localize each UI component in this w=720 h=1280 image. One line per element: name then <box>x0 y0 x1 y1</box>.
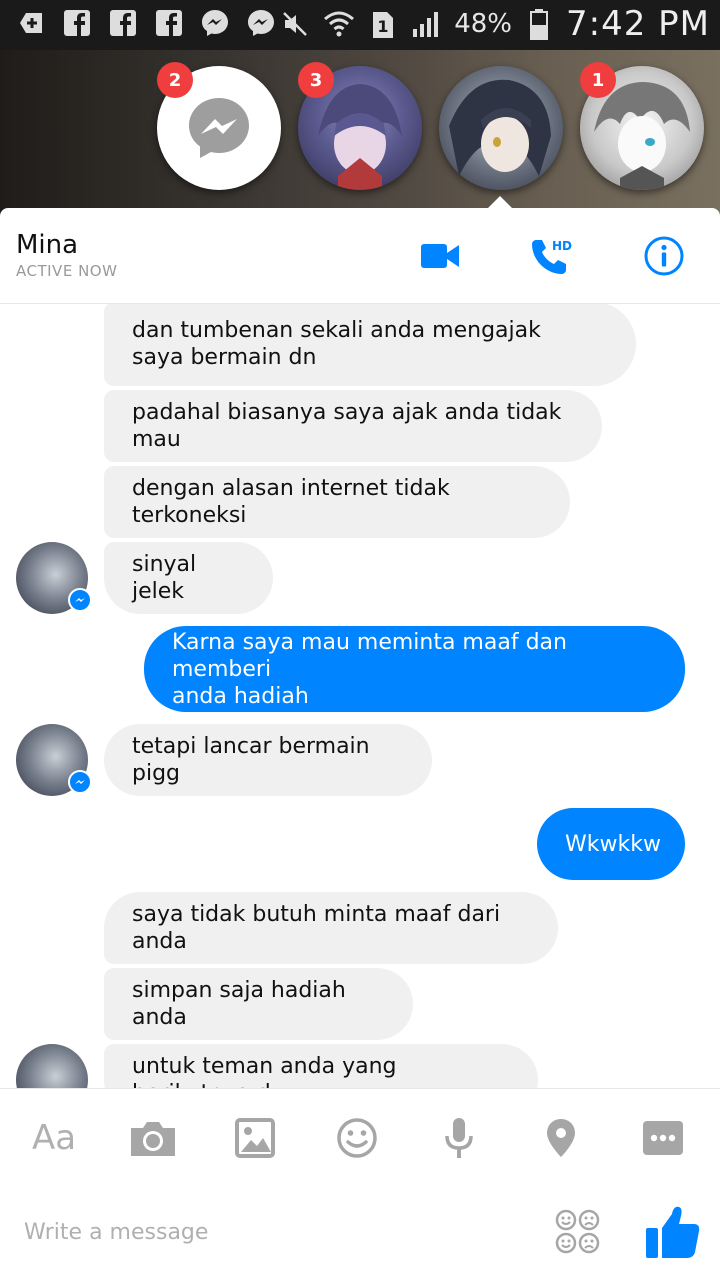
mute-icon <box>278 7 312 41</box>
voice-message-button[interactable] <box>434 1113 484 1163</box>
sticker-button[interactable] <box>554 1208 602 1256</box>
sim-icon: 1 <box>366 7 400 41</box>
outgoing-message[interactable]: Karna saya mau meminta maaf dan memberi … <box>144 626 685 712</box>
messenger-badge-icon <box>68 588 92 612</box>
anime-avatar-image <box>449 79 551 176</box>
battery-percent: 48% <box>454 9 512 39</box>
incoming-message[interactable]: padahal biasanya saya ajak anda tidak ma… <box>104 390 602 462</box>
sticker-icon <box>555 1209 600 1254</box>
contact-status: ACTIVE NOW <box>16 262 118 280</box>
contact-avatar[interactable] <box>16 724 92 796</box>
battery-icon <box>522 7 556 41</box>
facebook-notification-icon <box>106 6 140 40</box>
status-bar: 1 48% 7:42 PM <box>0 0 720 50</box>
incoming-message[interactable]: dengan alasan internet tidak terkoneksi <box>104 466 570 538</box>
microphone-icon <box>445 1118 473 1158</box>
add-notification-icon <box>14 6 48 40</box>
emoji-button[interactable] <box>332 1113 382 1163</box>
messenger-notification-icon <box>244 6 278 40</box>
incoming-message[interactable]: sinyal jelek <box>104 542 273 614</box>
text-format-button[interactable]: Aa <box>26 1113 82 1163</box>
signal-icon <box>410 7 444 41</box>
camera-icon <box>131 1122 175 1156</box>
incoming-message[interactable]: untuk teman anda yang berikutnya d <box>104 1044 538 1088</box>
location-button[interactable] <box>536 1113 586 1163</box>
messenger-notification-icon <box>198 6 232 40</box>
incoming-message[interactable]: simpan saja hadiah anda <box>104 968 413 1040</box>
composer-input-bar <box>0 1184 720 1280</box>
more-icon <box>643 1121 683 1155</box>
video-camera-icon <box>421 244 459 268</box>
location-pin-icon <box>547 1119 575 1157</box>
facebook-notification-icon <box>152 6 186 40</box>
incoming-message[interactable]: dan tumbenan sekali anda mengajak saya b… <box>104 304 636 386</box>
emoji-icon <box>337 1118 377 1158</box>
chat-panel: Mina ACTIVE NOW HD dan tumbenan sekali a… <box>0 208 720 1280</box>
conversation-header: Mina ACTIVE NOW HD <box>0 208 720 304</box>
contact-avatar[interactable] <box>16 1044 88 1088</box>
conversation-info-button[interactable] <box>640 232 688 280</box>
video-call-button[interactable] <box>416 232 464 280</box>
thumbs-up-icon <box>646 1206 700 1258</box>
contact-name[interactable]: Mina <box>16 230 78 260</box>
chat-head-badge: 3 <box>298 62 334 98</box>
phone-hd-icon: HD <box>532 239 572 274</box>
message-list[interactable]: dan tumbenan sekali anda mengajak saya b… <box>0 304 720 1088</box>
composer-toolbar: Aa <box>0 1088 720 1184</box>
message-input[interactable] <box>24 1210 524 1254</box>
messenger-icon <box>189 98 249 158</box>
more-options-button[interactable] <box>638 1113 688 1163</box>
messenger-badge-icon <box>68 770 92 794</box>
image-icon <box>235 1118 275 1158</box>
active-chat-head-avatar[interactable] <box>439 66 563 190</box>
camera-button[interactable] <box>128 1113 178 1163</box>
outgoing-message[interactable]: Wkwkkw <box>537 808 685 880</box>
facebook-notification-icon <box>60 6 94 40</box>
incoming-message[interactable]: tetapi lancar bermain pigg <box>104 724 432 796</box>
active-head-pointer <box>486 196 514 210</box>
like-button[interactable] <box>642 1202 702 1262</box>
svg-text:HD: HD <box>552 239 572 253</box>
chat-head-badge: 1 <box>580 62 616 98</box>
voice-call-button[interactable]: HD <box>528 232 576 280</box>
svg-text:1: 1 <box>378 17 389 36</box>
clock: 7:42 PM <box>566 4 710 44</box>
info-icon <box>644 236 684 276</box>
chat-head-badge: 2 <box>157 62 193 98</box>
gallery-button[interactable] <box>230 1113 280 1163</box>
incoming-message[interactable]: saya tidak butuh minta maaf dari anda <box>104 892 558 964</box>
contact-avatar[interactable] <box>16 542 92 614</box>
wifi-icon <box>322 7 356 41</box>
